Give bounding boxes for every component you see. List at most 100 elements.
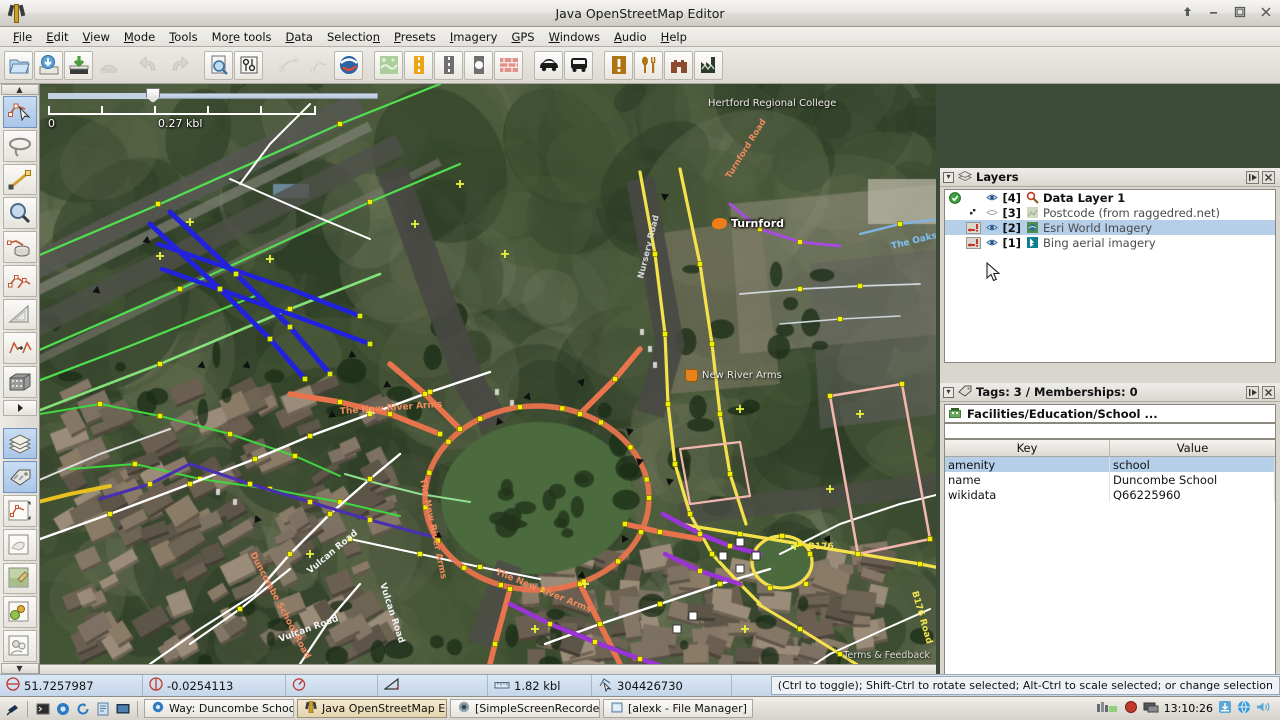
menu-windows[interactable]: Windows	[542, 28, 607, 46]
menu-data[interactable]: Data	[279, 28, 320, 46]
recording-icon[interactable]	[1096, 700, 1119, 717]
menu-presets[interactable]: Presets	[387, 28, 443, 46]
layer-visibility-toggle[interactable]	[984, 208, 1000, 217]
layer-upload-indicator[interactable]	[962, 236, 984, 249]
draw-node-tool[interactable]	[2, 163, 37, 196]
download-button[interactable]	[34, 50, 63, 80]
task-firefox[interactable]: Way: Duncombe School ...	[144, 699, 294, 718]
menu-tools[interactable]: Tools	[162, 28, 204, 46]
menu-view[interactable]: View	[76, 28, 117, 46]
preset-castle-button[interactable]	[664, 50, 693, 80]
task-recorder[interactable]: [SimpleScreenRecorder]	[450, 699, 600, 718]
restore-button[interactable]	[1179, 3, 1196, 20]
dock-icon[interactable]	[1246, 385, 1259, 399]
preset-restaurant-button[interactable]	[634, 50, 663, 80]
preset-street-button[interactable]	[434, 50, 463, 80]
layer-row[interactable]: [2] Esri World Imagery	[945, 220, 1275, 235]
users-dialog-button[interactable]	[2, 629, 37, 662]
tag-filter-input[interactable]	[944, 423, 1276, 439]
dock-icon[interactable]	[1246, 170, 1259, 184]
tag-preset-row[interactable]: Facilities/Education/School ...	[944, 404, 1276, 423]
preset-roundabout-button[interactable]	[464, 50, 493, 80]
menu-help[interactable]: Help	[654, 28, 694, 46]
menu-selection[interactable]: Selection	[320, 28, 387, 46]
record-dot-icon[interactable]	[1124, 700, 1138, 717]
lasso-tool[interactable]	[2, 129, 37, 162]
tag-value[interactable]: Q66225960	[1110, 487, 1275, 502]
collapse-icon[interactable]: ▾	[943, 171, 954, 183]
volume-icon[interactable]	[1256, 700, 1271, 717]
selection-dialog-button[interactable]	[2, 495, 37, 527]
preset-hazard-button[interactable]	[604, 50, 633, 80]
layer-row[interactable]: [3] Postcode (from raggedred.net)	[945, 205, 1275, 220]
preset-landuse-button[interactable]	[374, 50, 403, 80]
zoom-slider-knob[interactable]	[146, 88, 160, 103]
preset-industry-button[interactable]	[694, 50, 723, 80]
tag-row[interactable]: amenity school	[945, 457, 1275, 472]
tag-row[interactable]: wikidata Q66225960	[945, 487, 1275, 502]
open-file-button[interactable]	[4, 50, 33, 80]
layer-visibility-toggle[interactable]	[984, 193, 1000, 202]
menu-gps[interactable]: GPS	[504, 28, 541, 46]
layer-visibility-toggle[interactable]	[984, 238, 1000, 247]
tag-key[interactable]: amenity	[945, 457, 1110, 472]
notes-icon[interactable]	[94, 700, 111, 717]
tags-dialog-button[interactable]	[2, 461, 37, 494]
updates-icon[interactable]	[1218, 700, 1232, 717]
menu-imagery[interactable]: Imagery	[443, 28, 505, 46]
layer-upload-indicator[interactable]	[962, 221, 984, 234]
browser-icon[interactable]	[54, 700, 71, 717]
tool-scroll-up-button[interactable]: ▲	[0, 84, 39, 96]
layer-upload-indicator[interactable]	[962, 208, 984, 218]
tag-value[interactable]: Duncombe School	[1110, 472, 1275, 487]
minimize-button[interactable]	[1205, 3, 1222, 20]
parallel-way-tool[interactable]	[2, 264, 37, 297]
menu-file[interactable]: File	[6, 28, 39, 46]
extrude-tool[interactable]	[2, 332, 37, 364]
author-dialog-button[interactable]	[2, 562, 37, 595]
sync-icon[interactable]	[74, 700, 91, 717]
preset-car-button[interactable]	[534, 50, 563, 80]
close-icon[interactable]	[1262, 385, 1275, 399]
improve-way-tool[interactable]	[2, 298, 37, 331]
preset-road-button[interactable]	[404, 50, 433, 80]
terminal-icon[interactable]	[34, 700, 51, 717]
tag-key[interactable]: name	[945, 472, 1110, 487]
column-header-key[interactable]: Key	[945, 440, 1110, 456]
menu-edit[interactable]: Edit	[39, 28, 75, 46]
menu-audio[interactable]: Audio	[607, 28, 654, 46]
menu-mode[interactable]: Mode	[117, 28, 162, 46]
screen-icon[interactable]	[1143, 700, 1159, 717]
building-tool[interactable]	[2, 365, 37, 398]
close-button[interactable]	[1257, 3, 1274, 20]
layer-row[interactable]: [1] Bing aerial imagery	[945, 235, 1275, 250]
tags-table[interactable]: Key Value amenity school name Duncombe Scho…	[944, 439, 1276, 709]
map-canvas[interactable]: The New River Arms The New River Arms Dunc…	[40, 84, 936, 664]
column-header-value[interactable]: Value	[1110, 440, 1275, 456]
pin-icon[interactable]	[4, 700, 21, 717]
more-tools-button[interactable]	[2, 399, 37, 417]
tag-row[interactable]: name Duncombe School	[945, 472, 1275, 487]
layers-dialog-button[interactable]	[2, 427, 37, 460]
tag-key[interactable]: wikidata	[945, 487, 1110, 502]
reverse-way-button[interactable]	[334, 50, 363, 80]
preset-building-button[interactable]	[494, 50, 523, 80]
tag-value[interactable]: school	[1110, 457, 1275, 472]
display-icon[interactable]	[114, 700, 131, 717]
maximize-button[interactable]	[1231, 3, 1248, 20]
search-button[interactable]	[204, 50, 233, 80]
delete-tool[interactable]	[2, 231, 37, 263]
task-files[interactable]: [alexk - File Manager]	[603, 699, 753, 718]
map-attribution[interactable]: Terms & Feedback	[843, 650, 930, 661]
menu-more-tools[interactable]: More tools	[205, 28, 279, 46]
zoom-tool[interactable]	[2, 197, 37, 230]
relations-dialog-button[interactable]	[2, 528, 37, 561]
preferences-button[interactable]	[234, 50, 263, 80]
zoom-slider[interactable]	[48, 88, 378, 103]
layers-list[interactable]: [4] Data Layer 1 [3] Postcode (from raggedr…	[944, 189, 1276, 363]
validator-dialog-button[interactable]	[2, 596, 37, 628]
preset-bus-button[interactable]	[564, 50, 593, 80]
task-josm[interactable]: Java OpenStreetMap Edi...	[297, 699, 447, 718]
select-tool[interactable]	[2, 96, 37, 128]
tool-scroll-down-button[interactable]: ▼	[0, 662, 39, 674]
